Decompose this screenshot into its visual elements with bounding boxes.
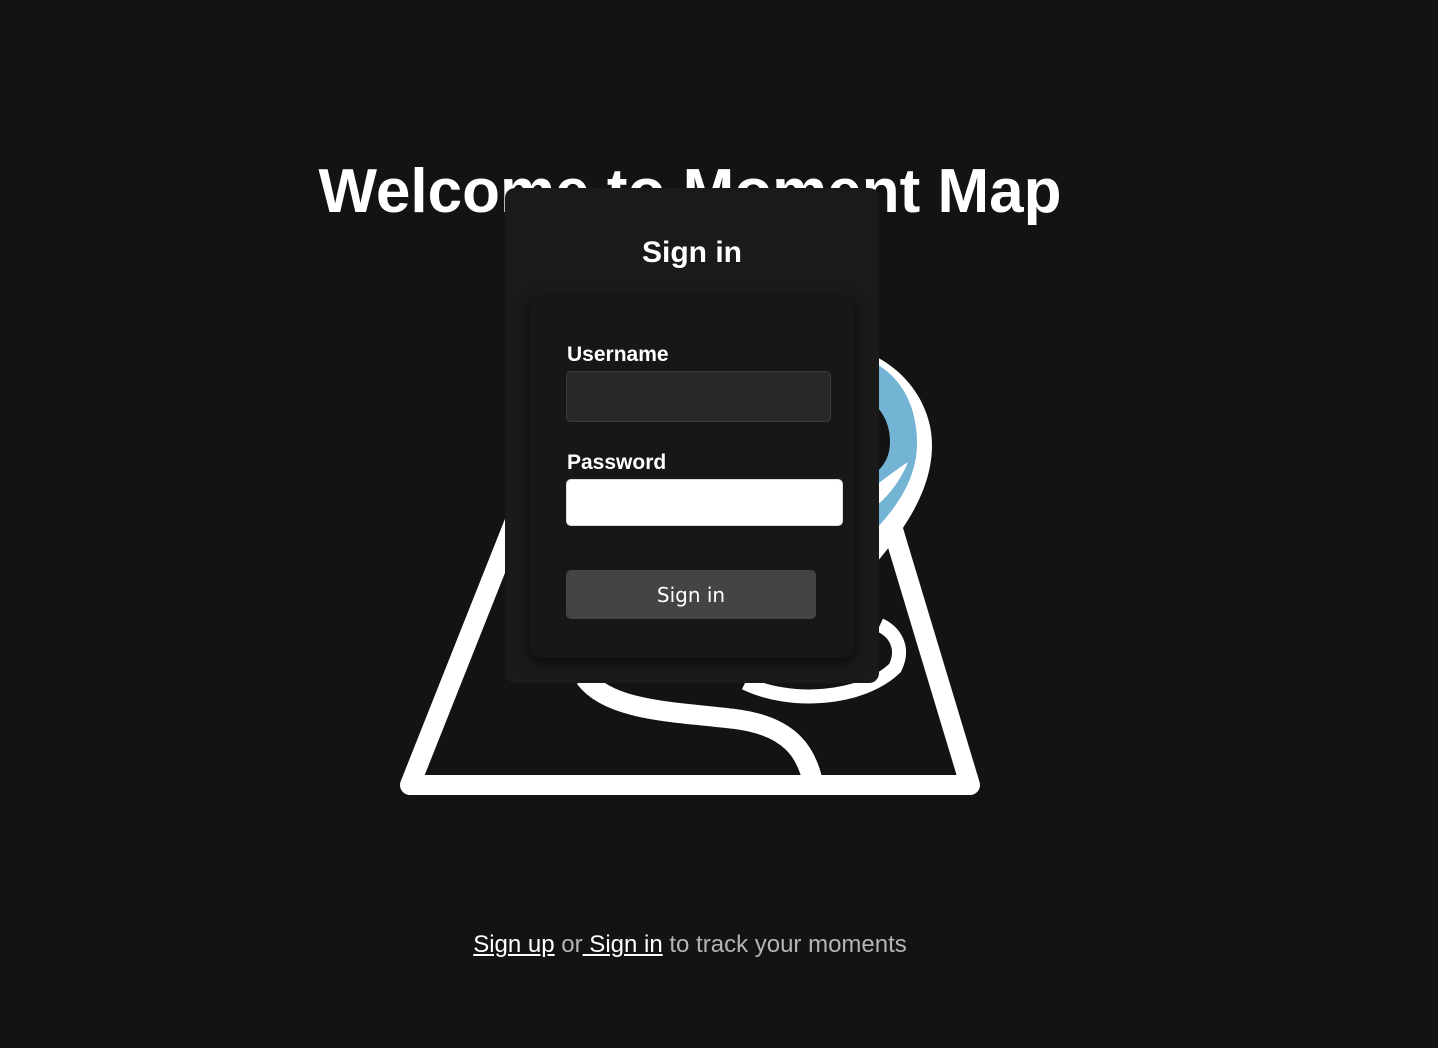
login-page: Welcome to Moment Map Sign in Username P… [0, 0, 1438, 1048]
footer-prompt: Sign up or Sign in to track your moments [0, 930, 1380, 960]
password-label: Password [567, 451, 667, 474]
footer-tail-text: to track your moments [662, 931, 907, 958]
signin-link[interactable]: Sign in [583, 931, 662, 958]
password-input[interactable] [566, 479, 843, 526]
signin-form: Username Password Sign in [530, 297, 854, 658]
signin-modal: Sign in Username Password Sign in [505, 188, 879, 683]
username-input[interactable] [566, 371, 831, 422]
signup-link[interactable]: Sign up [473, 931, 554, 958]
username-label: Username [567, 343, 669, 366]
modal-title: Sign in [642, 236, 742, 269]
footer-or-text: or [554, 931, 583, 958]
signin-submit-button[interactable]: Sign in [566, 570, 816, 619]
